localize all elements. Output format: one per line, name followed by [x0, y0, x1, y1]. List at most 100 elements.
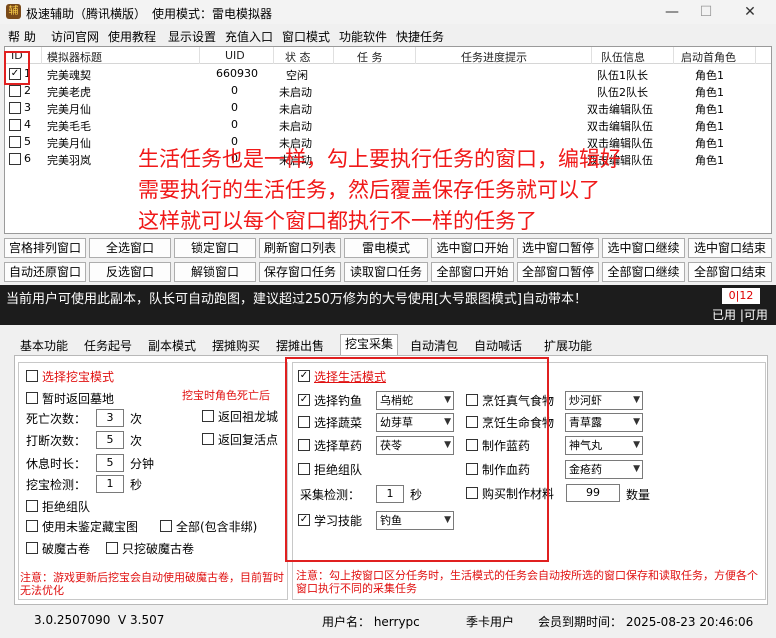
row-id: 3 — [24, 101, 31, 114]
make-blue-select[interactable]: 神气丸 ▼ — [565, 436, 643, 455]
leidian-mode-button[interactable]: 雷电模式 — [344, 238, 428, 258]
return-revive-checkbox[interactable] — [202, 433, 214, 445]
table-row[interactable]: 2 完美老虎 0 未启动 队伍2队长 角色1 — [5, 82, 771, 99]
row-team[interactable]: 队伍2队长 — [597, 84, 648, 100]
interrupt-unit: 次 — [130, 434, 143, 448]
all-pause-button[interactable]: 全部窗口暂停 — [517, 262, 599, 282]
col-team: 队伍信息 — [601, 51, 645, 64]
return-grave-checkbox[interactable] — [26, 392, 38, 404]
row-title: 完美魂契 — [47, 69, 91, 82]
expire-text: 会员到期时间： 2025-08-23 20:46:06 — [538, 615, 754, 629]
all-resume-button[interactable]: 全部窗口继续 — [602, 262, 685, 282]
menu-recharge[interactable]: 充值入口 — [225, 28, 273, 45]
tab-auto-shout[interactable]: 自动喊话 — [470, 337, 526, 355]
row-title: 完美月仙 — [47, 103, 91, 116]
row-team[interactable]: 双击编辑队伍 — [587, 118, 653, 134]
buy-quantity-input[interactable]: 99 — [566, 484, 620, 502]
col-title: 模拟器标题 — [47, 51, 102, 64]
row-role: 角色1 — [695, 120, 724, 133]
row-checkbox[interactable] — [9, 102, 21, 114]
col-uid: UID — [225, 49, 245, 62]
dig-mode-checkbox[interactable] — [26, 370, 38, 382]
rest-unit: 分钟 — [130, 457, 155, 471]
row-id: 6 — [24, 152, 31, 165]
tab-stall-sell[interactable]: 摆摊出售 — [272, 337, 328, 355]
selected-resume-button[interactable]: 选中窗口继续 — [602, 238, 685, 258]
tab-stall-buy[interactable]: 摆摊购买 — [208, 337, 264, 355]
return-dragon-checkbox[interactable] — [202, 410, 214, 422]
maximize-icon[interactable]: ☐ — [686, 2, 726, 22]
make-red-select[interactable]: 金疮药 ▼ — [565, 460, 643, 479]
lock-window-button[interactable]: 锁定窗口 — [174, 238, 256, 258]
chevron-down-icon: ▼ — [633, 395, 640, 405]
tab-extensions[interactable]: 扩展功能 — [540, 337, 596, 355]
dig-refuse-team-label: 拒绝组队 — [42, 500, 91, 514]
cook-qi-select[interactable]: 炒河虾 ▼ — [565, 391, 643, 410]
return-grave-label: 暂时返回墓地 — [42, 392, 115, 406]
menu-display[interactable]: 显示设置 — [168, 28, 216, 45]
tab-clear-bag[interactable]: 自动清包 — [406, 337, 462, 355]
title-bar: 辅 极速辅助（腾讯横版） 使用模式：雷电模拟器 — ☐ ✕ — [0, 0, 776, 24]
tab-basic[interactable]: 基本功能 — [16, 337, 72, 355]
row-checkbox[interactable] — [9, 85, 21, 97]
death-count-label: 死亡次数： — [26, 412, 87, 426]
cook-life-select[interactable]: 青草露 ▼ — [565, 413, 643, 432]
all-start-button[interactable]: 全部窗口开始 — [431, 262, 514, 282]
chevron-down-icon: ▼ — [633, 440, 640, 450]
menu-website[interactable]: 访问官网 — [51, 28, 99, 45]
dig-detect-input[interactable]: 1 — [96, 475, 124, 493]
row-title: 完美毛毛 — [47, 120, 91, 133]
invert-select-button[interactable]: 反选窗口 — [89, 262, 171, 282]
tab-start-account[interactable]: 任务起号 — [80, 337, 136, 355]
row-status: 未启动 — [279, 120, 312, 133]
table-row[interactable]: 1 完美魂契 660930 空闲 队伍1队长 角色1 — [5, 65, 771, 82]
col-task: 任 务 — [357, 51, 383, 64]
selected-start-button[interactable]: 选中窗口开始 — [431, 238, 514, 258]
save-task-button[interactable]: 保存窗口任务 — [259, 262, 341, 282]
row-role: 角色1 — [695, 154, 724, 167]
status-bar: 3.0.2507090 V 3.507 用户名： herrypc 季卡用户 会员… — [0, 607, 776, 638]
death-count-input[interactable]: 3 — [96, 409, 124, 427]
table-row[interactable]: 4 完美毛毛 0 未启动 双击编辑队伍 角色1 — [5, 116, 771, 133]
all-stop-button[interactable]: 全部窗口结束 — [688, 262, 772, 282]
selected-stop-button[interactable]: 选中窗口结束 — [688, 238, 772, 258]
grid-arrange-button[interactable]: 宫格排列窗口 — [4, 238, 86, 258]
row-team[interactable]: 队伍1队长 — [597, 67, 648, 83]
table-row[interactable]: 3 完美月仙 0 未启动 双击编辑队伍 角色1 — [5, 99, 771, 116]
menu-help[interactable]: 帮 助 — [8, 28, 36, 45]
life-highlight-box — [285, 357, 549, 562]
menu-quick-task[interactable]: 快捷任务 — [396, 28, 444, 45]
row-checkbox[interactable] — [9, 136, 21, 148]
auto-restore-button[interactable]: 自动还原窗口 — [4, 262, 86, 282]
use-unid-map-checkbox[interactable] — [26, 520, 38, 532]
dig-refuse-team-checkbox[interactable] — [26, 500, 38, 512]
unlock-window-button[interactable]: 解锁窗口 — [174, 262, 256, 282]
row-uid: 0 — [231, 101, 238, 114]
row-team[interactable]: 双击编辑队伍 — [587, 101, 653, 117]
rest-duration-input[interactable]: 5 — [96, 454, 124, 472]
menu-bar: 帮 助 访问官网 使用教程 显示设置 充值入口 窗口模式 功能软件 快捷任务 — [0, 24, 776, 46]
row-checkbox[interactable] — [9, 119, 21, 131]
close-icon[interactable]: ✕ — [730, 2, 770, 22]
selected-pause-button[interactable]: 选中窗口暂停 — [517, 238, 599, 258]
only-break-checkbox[interactable] — [106, 542, 118, 554]
window-table: ID 模拟器标题 UID 状 态 任 务 任务进度提示 队伍信息 启动首角色 1… — [4, 46, 772, 234]
chevron-down-icon: ▼ — [633, 417, 640, 427]
select-all-button[interactable]: 全选窗口 — [89, 238, 171, 258]
interrupt-count-input[interactable]: 5 — [96, 431, 124, 449]
tab-dig-gather[interactable]: 挖宝采集 — [340, 334, 399, 356]
row-id: 2 — [24, 84, 31, 97]
dig-detect-label: 挖宝检测： — [26, 478, 87, 492]
row-id: 4 — [24, 118, 31, 131]
refresh-list-button[interactable]: 刷新窗口列表 — [259, 238, 341, 258]
menu-window-mode[interactable]: 窗口模式 — [282, 28, 330, 45]
menu-tools[interactable]: 功能软件 — [339, 28, 387, 45]
tab-dungeon[interactable]: 副本模式 — [144, 337, 200, 355]
all-unbind-checkbox[interactable] — [160, 520, 172, 532]
break-scroll-checkbox[interactable] — [26, 542, 38, 554]
break-scroll-label: 破魔古卷 — [42, 542, 91, 556]
load-task-button[interactable]: 读取窗口任务 — [344, 262, 428, 282]
menu-tutorial[interactable]: 使用教程 — [108, 28, 156, 45]
row-uid: 0 — [231, 118, 238, 131]
row-checkbox[interactable] — [9, 153, 21, 165]
